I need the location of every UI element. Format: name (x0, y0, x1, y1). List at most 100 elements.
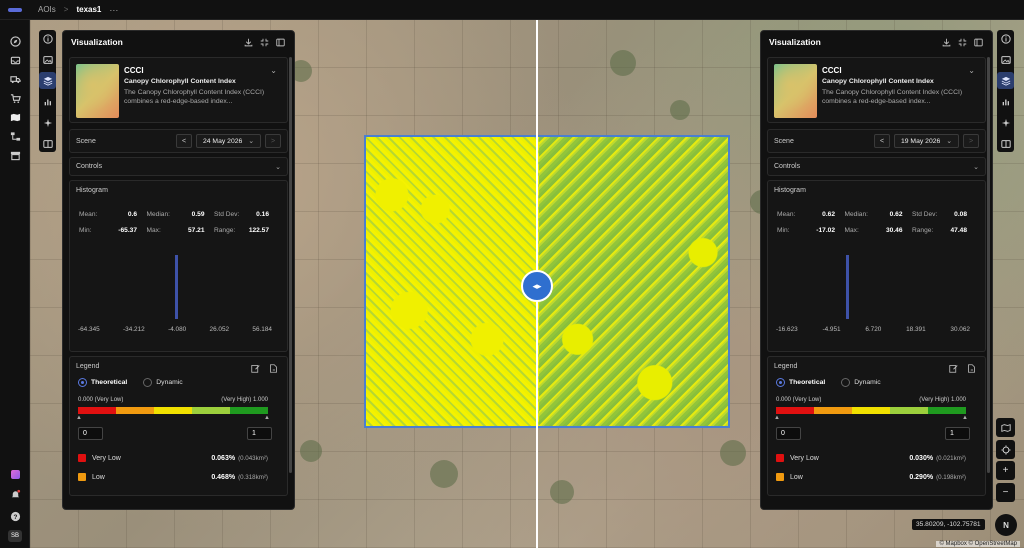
histogram-tick: -4.080 (168, 326, 187, 333)
class-percentage: 0.030% (909, 454, 934, 462)
dynamic-radio[interactable] (841, 378, 851, 387)
ramp-max-handle[interactable]: ▲ (264, 415, 270, 421)
layer-card[interactable]: CCCI Canopy Chlorophyll Content Index Th… (69, 57, 288, 123)
image-icon[interactable] (997, 51, 1014, 68)
map-attribution[interactable]: © Mapbox © OpenStreetMap (936, 541, 1020, 547)
class-percentage: 0.468% (211, 473, 236, 481)
app-logo[interactable] (0, 0, 30, 20)
cart-icon[interactable] (8, 91, 22, 105)
histogram-tick: -34.212 (123, 326, 145, 333)
raster-right-scene (539, 137, 728, 426)
scene-date-select[interactable]: 19 May 2026 ⌄ (893, 134, 959, 148)
compare-split-handle[interactable]: ◂ ▸ (521, 270, 553, 302)
info-icon[interactable] (39, 30, 56, 47)
more-options-icon[interactable]: ··· (109, 5, 118, 15)
min-value: -17.02 (816, 227, 835, 234)
median-value: 0.62 (889, 211, 903, 218)
legend-min-input[interactable]: 0 (776, 427, 801, 440)
ramp-segment (230, 407, 268, 414)
visualization-panel-left: Visualization CCCI Canopy Chlorophyll Co… (62, 30, 295, 510)
dynamic-label[interactable]: Dynamic (156, 379, 182, 386)
prev-scene-button[interactable]: < (873, 134, 890, 148)
controls-accordion[interactable]: Controls ⌄ (767, 157, 986, 176)
controls-accordion[interactable]: Controls ⌄ (69, 157, 288, 176)
class-percentage: 0.063% (211, 454, 236, 462)
max-label: Max: (146, 227, 161, 234)
sparkle-icon[interactable] (39, 114, 56, 131)
legend-max-input[interactable]: 1 (945, 427, 970, 440)
pivot-field (550, 480, 574, 504)
scene-date-select[interactable]: 24 May 2026 ⌄ (195, 134, 261, 148)
pivot-field (720, 440, 746, 466)
compass-north-button[interactable]: N (995, 514, 1017, 536)
map-style-button[interactable] (996, 418, 1015, 437)
truck-icon[interactable] (8, 72, 22, 86)
collapse-icon[interactable] (956, 36, 968, 48)
chevron-down-icon[interactable]: ⌄ (968, 66, 975, 75)
prev-scene-button[interactable]: < (175, 134, 192, 148)
inbox-icon[interactable] (8, 53, 22, 67)
collapse-icon[interactable] (258, 36, 270, 48)
download-icon[interactable] (940, 36, 952, 48)
info-icon[interactable] (997, 30, 1014, 47)
histogram-stats-row-1: Mean: 0.6 Median: 0.59 Std Dev: 0.16 (79, 211, 269, 218)
chevron-down-icon[interactable]: ⌄ (270, 66, 277, 75)
legend-max-input[interactable]: 1 (247, 427, 272, 440)
histogram-peak-bar (845, 255, 849, 319)
layer-card[interactable]: CCCI Canopy Chlorophyll Content Index Th… (767, 57, 986, 123)
min-label: Min: (79, 227, 92, 234)
ramp-max-handle[interactable]: ▲ (962, 415, 968, 421)
split-view-icon[interactable] (997, 135, 1014, 152)
ramp-min-handle[interactable]: ▲ (76, 415, 82, 421)
class-swatch (78, 473, 86, 481)
next-scene-button[interactable]: > (963, 134, 979, 148)
panel-scrollbar[interactable] (987, 57, 990, 473)
workflow-icon[interactable] (8, 129, 22, 143)
scene-label: Scene (774, 137, 794, 145)
edit-icon[interactable] (249, 362, 261, 374)
layers-icon[interactable] (39, 72, 56, 89)
layer-description: The Canopy Chlorophyll Content Index (CC… (124, 89, 265, 105)
theoretical-label[interactable]: Theoretical (91, 379, 127, 386)
panel-title: Visualization (71, 37, 123, 47)
breadcrumb-root[interactable]: AOIs (38, 5, 56, 14)
export-icon[interactable] (965, 362, 977, 374)
theoretical-label[interactable]: Theoretical (789, 379, 825, 386)
image-icon[interactable] (39, 51, 56, 68)
layers-icon[interactable] (997, 72, 1014, 89)
dynamic-radio[interactable] (143, 378, 153, 387)
locate-button[interactable] (996, 440, 1015, 459)
layer-description: The Canopy Chlorophyll Content Index (CC… (822, 89, 963, 105)
ramp-min-handle[interactable]: ▲ (774, 415, 780, 421)
app-switcher-icon[interactable] (8, 467, 22, 481)
store-icon[interactable] (8, 148, 22, 162)
left-nav-rail: ? SB (0, 20, 30, 548)
zoom-in-button[interactable]: + (996, 461, 1015, 480)
zoom-out-button[interactable]: − (996, 483, 1015, 502)
notification-bell-icon[interactable] (8, 487, 22, 501)
legend-low-label: 0.000 (Very Low) (78, 397, 124, 403)
theoretical-radio[interactable] (776, 378, 785, 387)
edit-icon[interactable] (947, 362, 959, 374)
help-icon[interactable]: ? (8, 509, 22, 523)
layer-code: CCCI (822, 66, 842, 75)
theoretical-radio[interactable] (78, 378, 87, 387)
compass-icon[interactable] (8, 34, 22, 48)
split-view-icon[interactable] (39, 135, 56, 152)
sparkle-icon[interactable] (997, 114, 1014, 131)
panel-toggle-icon[interactable] (972, 36, 984, 48)
map-icon[interactable] (8, 110, 22, 124)
chart-icon[interactable] (39, 93, 56, 110)
layer-full-name: Canopy Chlorophyll Content Index (822, 78, 934, 85)
user-avatar[interactable]: SB (8, 530, 22, 542)
chart-icon[interactable] (997, 93, 1014, 110)
export-icon[interactable] (267, 362, 279, 374)
dynamic-label[interactable]: Dynamic (854, 379, 880, 386)
legend-min-input[interactable]: 0 (78, 427, 103, 440)
panel-toggle-icon[interactable] (274, 36, 286, 48)
panel-scrollbar[interactable] (289, 57, 292, 473)
scene-date: 19 May 2026 (900, 137, 941, 145)
layer-thumbnail (76, 64, 119, 118)
next-scene-button[interactable]: > (265, 134, 281, 148)
download-icon[interactable] (242, 36, 254, 48)
